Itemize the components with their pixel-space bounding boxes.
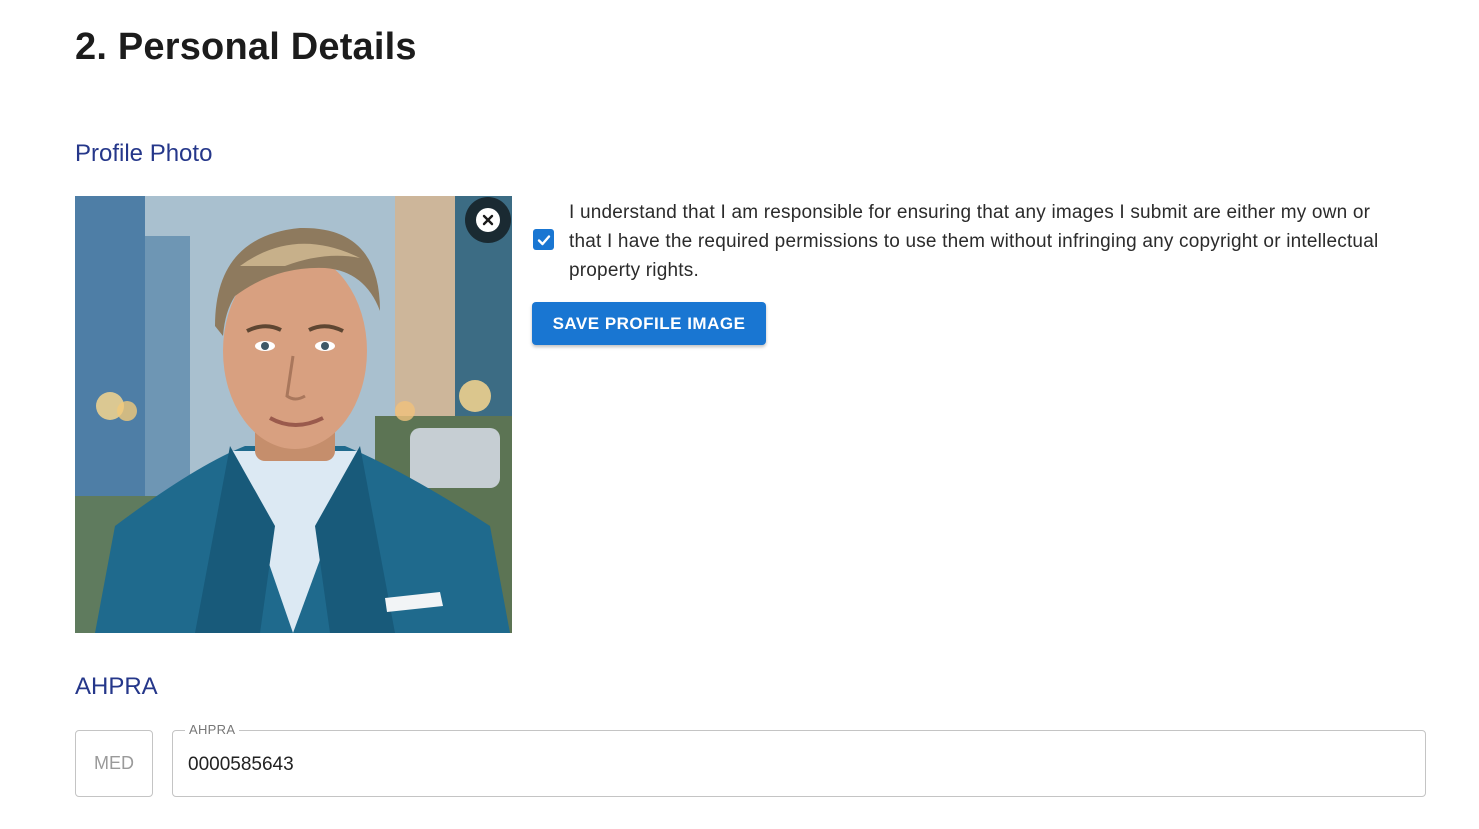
remove-photo-button[interactable]: [465, 197, 511, 243]
ahpra-heading: AHPRA: [75, 673, 158, 700]
profile-photo-heading: Profile Photo: [75, 140, 213, 167]
ahpra-field[interactable]: AHPRA: [172, 722, 1426, 797]
ahpra-prefix: MED: [75, 730, 153, 797]
close-icon: [476, 208, 500, 232]
save-profile-image-button[interactable]: SAVE PROFILE IMAGE: [532, 302, 766, 345]
consent-text: I understand that I am responsible for e…: [569, 202, 1379, 281]
consent-checkbox[interactable]: [533, 229, 554, 250]
ahpra-input[interactable]: [188, 751, 1388, 779]
profile-photo-image: [75, 196, 512, 633]
check-icon: [537, 234, 550, 245]
ahpra-field-label: AHPRA: [185, 722, 240, 737]
page-title: 2. Personal Details: [75, 26, 417, 68]
